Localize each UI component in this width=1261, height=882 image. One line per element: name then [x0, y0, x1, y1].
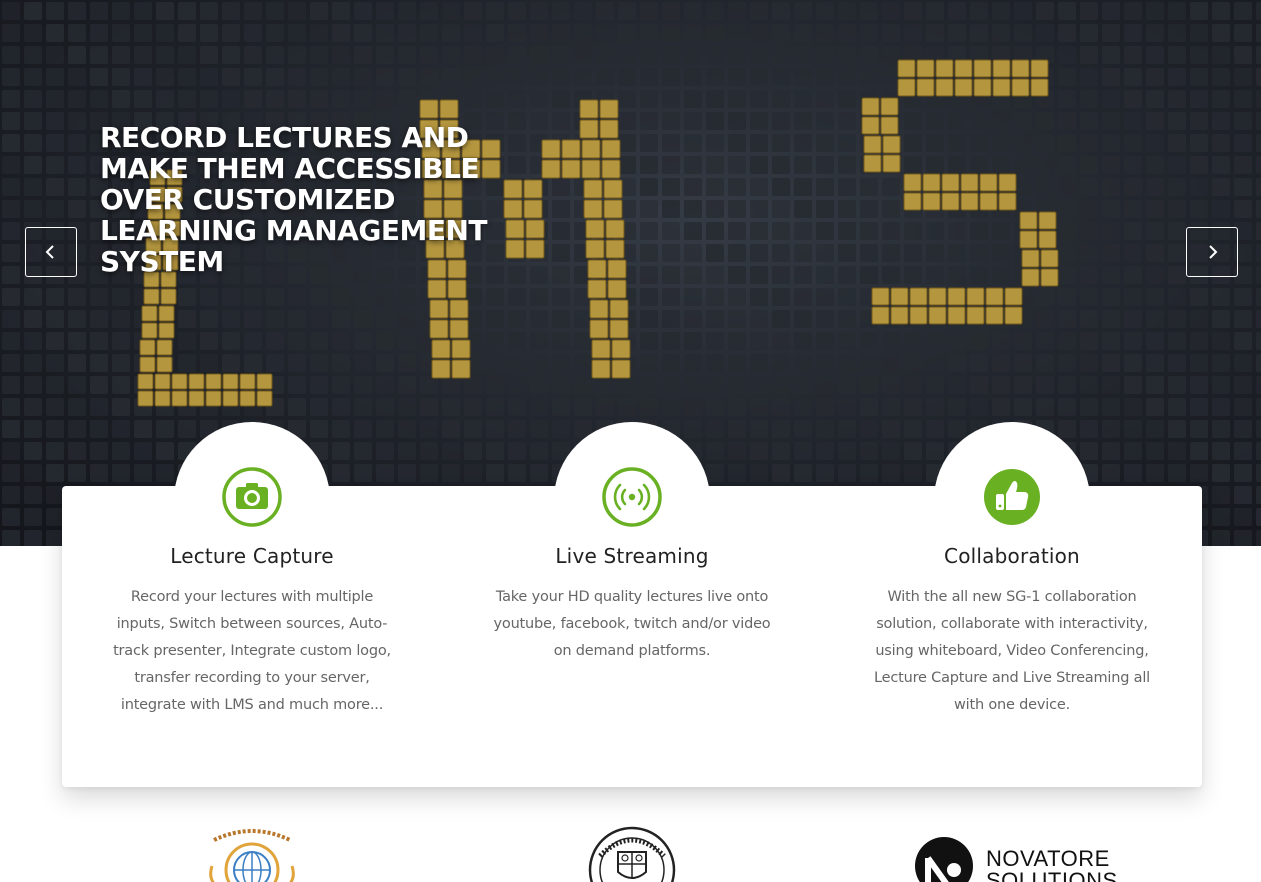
- thumbs-up-icon: [984, 469, 1040, 525]
- features-card: Lecture Capture Record your lectures wit…: [62, 422, 1202, 787]
- novatore-logo-icon: [915, 837, 973, 882]
- slider-next-button[interactable]: [1186, 227, 1238, 277]
- feature-description: Record your lectures with multiple input…: [113, 589, 391, 713]
- feature-title: Lecture Capture: [170, 544, 334, 568]
- feature-collaboration: Collaboration With the all new SG-1 coll…: [822, 422, 1202, 787]
- chevron-right-icon: [1209, 245, 1218, 259]
- feature-description: Take your HD quality lectures live onto …: [493, 589, 771, 659]
- partner-logo-novatore-mark: [914, 826, 976, 882]
- camera-icon: [222, 467, 282, 527]
- broadcast-icon: [602, 467, 662, 527]
- hero-title: RECORD LECTURES AND MAKE THEM ACCESSIBLE…: [100, 121, 487, 278]
- feature-title: Live Streaming: [555, 544, 709, 568]
- institute-seal-icon: [588, 826, 676, 882]
- partner-logo-institute: [588, 826, 676, 882]
- feature-lecture-capture: Lecture Capture Record your lectures wit…: [62, 422, 442, 787]
- feature-title: Collaboration: [944, 544, 1080, 568]
- feature-live-streaming: Live Streaming Take your HD quality lect…: [442, 422, 822, 787]
- university-emblem-icon: [209, 829, 295, 882]
- slider-prev-button[interactable]: [25, 227, 77, 277]
- partner-logo-university: [204, 826, 300, 882]
- chevron-left-icon: [45, 245, 54, 259]
- partner-logo-novatore-text: NOVATORE SOLUTIONS: [986, 846, 1118, 882]
- feature-description: With the all new SG-1 collaboration solu…: [874, 589, 1150, 713]
